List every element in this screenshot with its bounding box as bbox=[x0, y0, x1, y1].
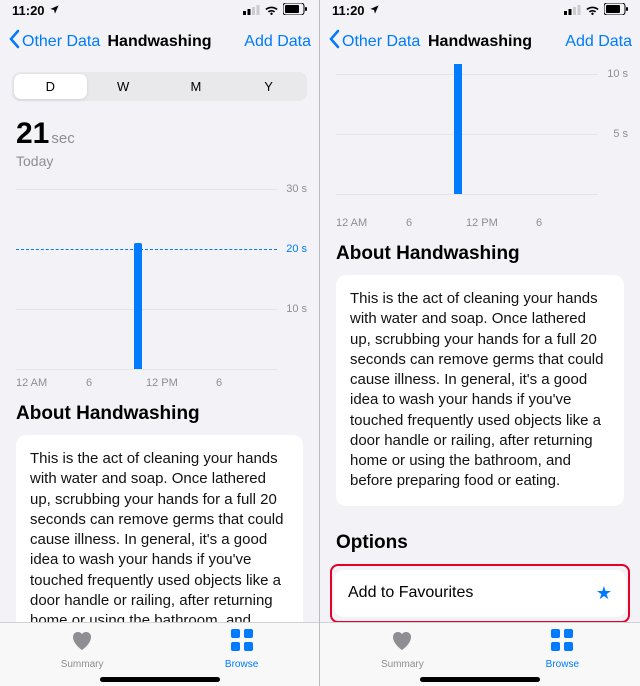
highlight-annotation: Add to Favourites ★ bbox=[330, 564, 630, 623]
x-tick-12am: 12 AM bbox=[336, 217, 367, 229]
y-tick-5: 5 s bbox=[613, 128, 628, 140]
add-data-button[interactable]: Add Data bbox=[565, 33, 632, 51]
status-time: 11:20 bbox=[332, 3, 365, 18]
metric-value: 21 bbox=[16, 117, 49, 150]
tab-browse-label: Browse bbox=[546, 659, 579, 670]
y-tick-10: 10 s bbox=[607, 68, 628, 80]
status-time: 11:20 bbox=[12, 3, 45, 18]
back-label: Other Data bbox=[22, 33, 100, 51]
tab-browse-label: Browse bbox=[225, 659, 258, 670]
chart-bar bbox=[134, 243, 142, 369]
metric-unit: sec bbox=[51, 130, 74, 147]
handwashing-chart[interactable]: 30 s 20 s 10 s 12 AM 6 12 PM 6 bbox=[16, 179, 307, 389]
x-tick-12pm: 12 PM bbox=[146, 377, 178, 389]
signal-icon bbox=[243, 3, 260, 18]
battery-icon bbox=[604, 3, 628, 18]
x-tick-6a: 6 bbox=[406, 217, 412, 229]
star-icon: ★ bbox=[596, 583, 612, 604]
about-title: About Handwashing bbox=[336, 243, 624, 265]
heart-icon bbox=[70, 629, 94, 657]
about-card: This is the act of cleaning your hands w… bbox=[16, 435, 303, 622]
about-card: This is the act of cleaning your hands w… bbox=[336, 275, 624, 506]
y-tick-30: 30 s bbox=[286, 183, 307, 195]
segment-week[interactable]: W bbox=[87, 74, 160, 99]
status-bar: 11:20 bbox=[320, 0, 640, 20]
add-to-favourites-row[interactable]: Add to Favourites ★ bbox=[334, 570, 626, 617]
grid-icon bbox=[551, 629, 573, 657]
options-title: Options bbox=[320, 532, 640, 554]
status-bar: 11:20 bbox=[0, 0, 319, 20]
time-range-segmented-control: D W M Y bbox=[12, 72, 307, 101]
home-indicator[interactable] bbox=[420, 677, 540, 682]
wifi-icon bbox=[264, 3, 279, 18]
tab-summary-label: Summary bbox=[381, 659, 424, 670]
segment-year[interactable]: Y bbox=[232, 74, 305, 99]
battery-icon bbox=[283, 3, 307, 18]
x-tick-6a: 6 bbox=[86, 377, 92, 389]
segment-month[interactable]: M bbox=[160, 74, 233, 99]
back-button[interactable]: Other Data bbox=[8, 29, 100, 55]
location-icon bbox=[49, 3, 60, 18]
tab-browse[interactable]: Browse bbox=[546, 629, 579, 670]
handwashing-chart[interactable]: 10 s 5 s 12 AM 6 12 PM 6 bbox=[336, 64, 628, 229]
tab-summary-label: Summary bbox=[61, 659, 104, 670]
back-label: Other Data bbox=[342, 33, 420, 51]
segment-day[interactable]: D bbox=[14, 74, 87, 99]
heart-icon bbox=[390, 629, 414, 657]
x-tick-6p: 6 bbox=[536, 217, 542, 229]
chevron-left-icon bbox=[328, 29, 340, 55]
signal-icon bbox=[564, 3, 581, 18]
favourites-label: Add to Favourites bbox=[348, 584, 473, 602]
home-indicator[interactable] bbox=[100, 677, 220, 682]
about-body: This is the act of cleaning your hands w… bbox=[30, 450, 283, 622]
wifi-icon bbox=[585, 3, 600, 18]
y-tick-20: 20 s bbox=[286, 243, 307, 255]
metric-date: Today bbox=[16, 153, 303, 169]
add-data-button[interactable]: Add Data bbox=[244, 33, 311, 51]
back-button[interactable]: Other Data bbox=[328, 29, 420, 55]
x-tick-12am: 12 AM bbox=[16, 377, 47, 389]
x-tick-12pm: 12 PM bbox=[466, 217, 498, 229]
chevron-left-icon bbox=[8, 29, 20, 55]
tab-browse[interactable]: Browse bbox=[225, 629, 258, 670]
y-tick-10: 10 s bbox=[286, 303, 307, 315]
grid-icon bbox=[231, 629, 253, 657]
about-title: About Handwashing bbox=[16, 403, 303, 425]
metric-summary: 21sec Today bbox=[0, 109, 319, 171]
chart-bar bbox=[454, 64, 462, 194]
about-body: This is the act of cleaning your hands w… bbox=[350, 290, 603, 489]
x-tick-6p: 6 bbox=[216, 377, 222, 389]
location-icon bbox=[369, 3, 380, 18]
nav-bar: Other Data Handwashing Add Data bbox=[0, 20, 319, 64]
tab-summary[interactable]: Summary bbox=[61, 629, 104, 670]
nav-bar: Other Data Handwashing Add Data bbox=[320, 20, 640, 64]
tab-summary[interactable]: Summary bbox=[381, 629, 424, 670]
